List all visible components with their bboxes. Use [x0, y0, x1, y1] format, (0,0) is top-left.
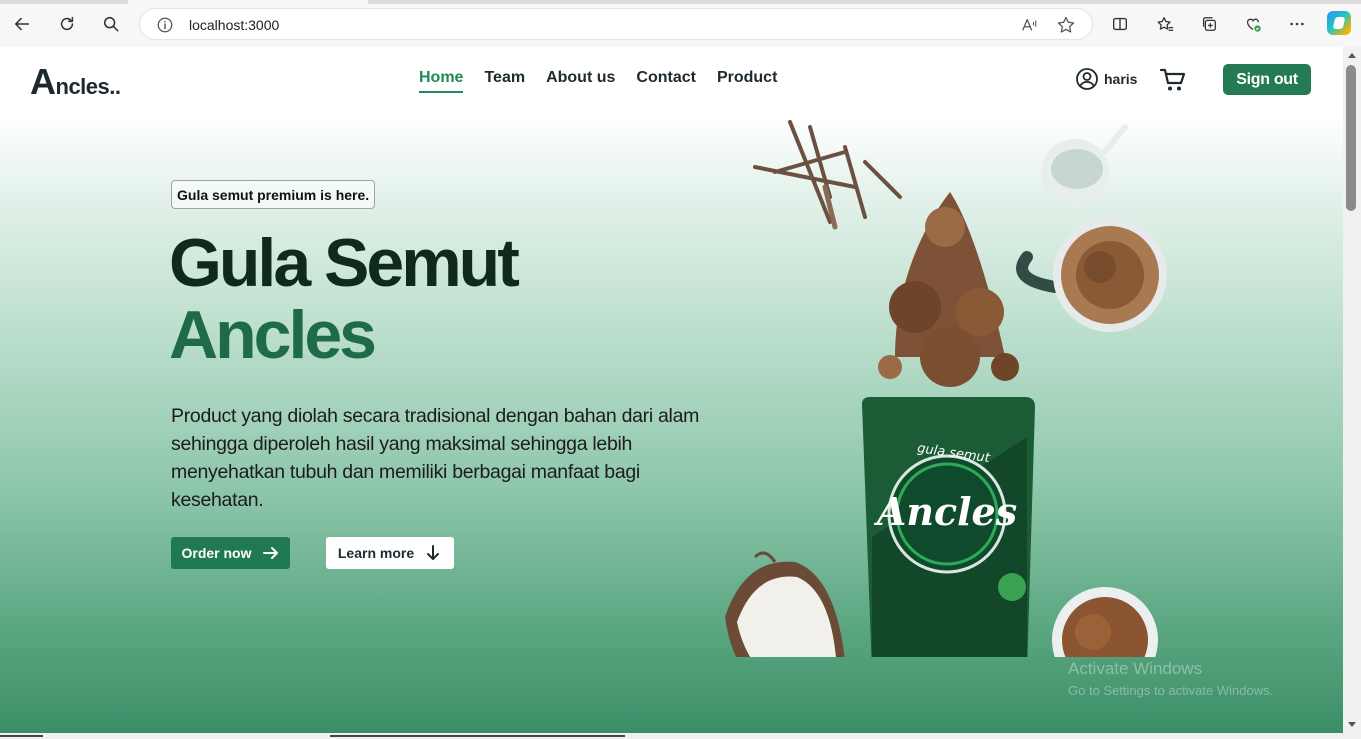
nav-link-contact[interactable]: Contact: [636, 69, 696, 93]
order-now-button[interactable]: Order now: [171, 537, 290, 569]
read-aloud-icon[interactable]: [1020, 16, 1038, 34]
scroll-thumb[interactable]: [1346, 65, 1356, 211]
product-pouch-image: Ancles gula semut: [862, 397, 1035, 657]
arrow-right-icon: [262, 547, 278, 559]
info-icon[interactable]: [156, 16, 174, 34]
coffee-cup-image: [1016, 218, 1167, 332]
site-navbar: Ancles.. Home Team About us Contact Prod…: [0, 47, 1343, 111]
milk-jug-image: [1041, 124, 1128, 205]
user-name: haris: [1104, 71, 1138, 87]
arrow-down-icon: [427, 545, 440, 560]
search-icon[interactable]: [99, 12, 123, 36]
split-screen-icon[interactable]: [1108, 12, 1132, 36]
watermark-line2: Go to Settings to activate Windows.: [1068, 683, 1274, 698]
scroll-down-icon[interactable]: [1348, 722, 1356, 727]
learn-more-button[interactable]: Learn more: [326, 537, 454, 569]
hero-title-line2: Ancles: [169, 297, 377, 373]
order-now-label: Order now: [181, 545, 252, 561]
nav-link-home[interactable]: Home: [419, 69, 464, 93]
pouch-brand-text: Ancles: [874, 489, 1017, 534]
address-bar[interactable]: localhost:3000: [139, 8, 1093, 40]
more-options-icon[interactable]: [1285, 12, 1309, 36]
active-tab[interactable]: [128, 0, 368, 4]
browser-toolbar: localhost:3000: [0, 0, 1361, 47]
nav-links: Home Team About us Contact Product: [419, 69, 777, 93]
learn-more-label: Learn more: [337, 545, 415, 561]
sign-out-button[interactable]: Sign out: [1223, 64, 1311, 95]
nav-link-product[interactable]: Product: [717, 69, 777, 93]
watermark-line1: Activate Windows: [1068, 659, 1203, 678]
hero-description: Product yang diolah secara tradisional d…: [171, 405, 700, 511]
logo-initial: A: [30, 61, 56, 102]
product-illustration: Ancles gula semut: [725, 120, 1167, 657]
coconut-image: [725, 551, 845, 657]
nav-link-about-us[interactable]: About us: [546, 69, 615, 93]
hero-title-line1: Gula Semut: [169, 225, 520, 301]
shopping-cart-icon[interactable]: [1159, 66, 1187, 94]
taskbar-strip: [0, 733, 1361, 739]
page-viewport: Ancles.. Home Team About us Contact Prod…: [0, 47, 1343, 733]
favorites-icon[interactable]: [1153, 12, 1177, 36]
user-profile[interactable]: haris: [1075, 67, 1137, 91]
refresh-icon[interactable]: [55, 12, 79, 36]
taskbar-indicator: [0, 735, 43, 737]
twigs-image: [753, 120, 902, 230]
vertical-scrollbar[interactable]: [1343, 47, 1361, 733]
url-text[interactable]: localhost:3000: [189, 17, 279, 33]
nav-link-team[interactable]: Team: [484, 69, 525, 93]
user-circle-icon: [1076, 68, 1098, 90]
site-logo[interactable]: Ancles..: [30, 61, 121, 103]
sugar-bowl-image: [1052, 587, 1158, 657]
browser-essentials-icon[interactable]: [1241, 12, 1265, 36]
activate-windows-watermark: Activate Windows Go to Settings to activ…: [1068, 659, 1273, 698]
collections-icon[interactable]: [1197, 12, 1221, 36]
scroll-up-icon[interactable]: [1348, 53, 1356, 58]
back-icon[interactable]: [10, 12, 34, 36]
logo-text: ncles..: [55, 74, 121, 99]
sugar-granules-image: [878, 192, 1019, 387]
promo-badge: Gula semut premium is here.: [171, 180, 376, 209]
copilot-icon[interactable]: [1327, 11, 1351, 35]
taskbar-indicator: [330, 735, 625, 737]
tab-strip: [0, 0, 1361, 4]
favorite-star-icon[interactable]: [1056, 15, 1076, 35]
